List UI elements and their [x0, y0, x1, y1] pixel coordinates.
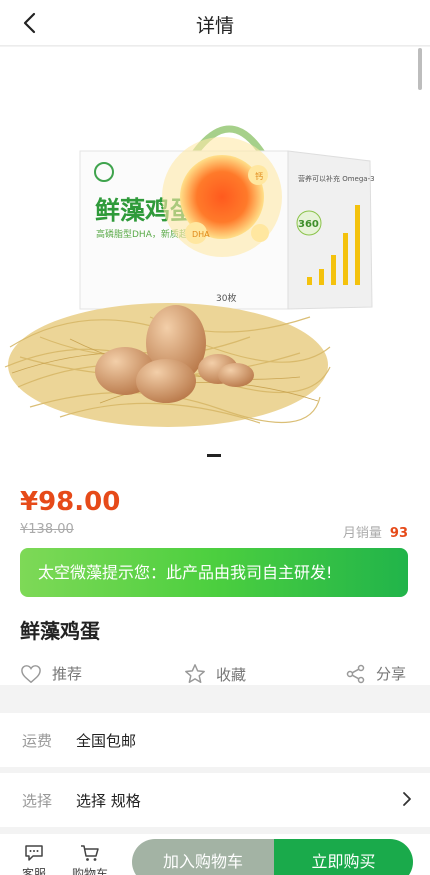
cart-icon — [81, 845, 99, 861]
spec-value: 选择 规格 — [76, 792, 141, 810]
chat-icon — [25, 845, 43, 861]
product-photo: 鲜藻鸡蛋 高磷脂型DHA，新质超黄金 DHA 钙 营养可以补充 Omega-3 … — [4, 125, 375, 427]
box-weight-text: 30枚 — [216, 292, 236, 304]
cart-button[interactable]: 购物车 — [72, 844, 108, 875]
carousel-indicator — [207, 454, 221, 457]
scrollbar[interactable] — [418, 48, 422, 90]
shipping-value: 全国包邮 — [76, 732, 137, 750]
monthly-sales: 月销量 93 — [343, 522, 408, 541]
buy-now-button[interactable]: 立即购买 — [274, 839, 413, 875]
box-calcium-text: 钙 — [255, 171, 263, 181]
recommend-button[interactable]: 推荐 — [20, 663, 82, 684]
notice-banner: 太空微藻提示您：此产品由我司自主研发! — [20, 548, 408, 597]
sales-count: 93 — [389, 526, 408, 541]
bottom-bar: 客服 购物车 加入购物车 立即购买 — [0, 834, 430, 875]
add-to-cart-button[interactable]: 加入购物车 — [132, 839, 274, 875]
spec-row[interactable]: 选择 选择 规格 — [0, 773, 430, 827]
cart-label: 购物车 — [72, 867, 109, 875]
box-dha-text: DHA — [192, 230, 210, 239]
share-button[interactable]: 分享 — [346, 663, 406, 684]
product-image[interactable]: 鲜藻鸡蛋 高磷脂型DHA，新质超黄金 DHA 钙 营养可以补充 Omega-3 … — [0, 47, 430, 465]
shipping-label: 运费 — [22, 732, 53, 750]
customer-service-button[interactable]: 客服 — [22, 844, 46, 875]
product-name: 鲜藻鸡蛋 — [20, 619, 100, 643]
recommend-label: 推荐 — [52, 665, 83, 683]
chevron-right-icon — [403, 792, 411, 806]
service-label: 客服 — [22, 867, 47, 875]
favorite-label: 收藏 — [216, 665, 247, 684]
page-title: 详情 — [195, 15, 234, 37]
shipping-row: 运费 全国包邮 — [0, 713, 430, 767]
action-bar: 推荐 收藏 分享 — [0, 663, 430, 691]
favorite-button[interactable]: 收藏 — [184, 663, 246, 685]
box-number-text: 360 — [298, 219, 319, 230]
original-price: ¥138.00 — [20, 522, 74, 537]
price: ¥98.00 — [20, 487, 121, 517]
nav-bar: 详情 — [0, 0, 430, 46]
star-icon — [185, 664, 205, 683]
share-label: 分享 — [376, 665, 407, 683]
share-icon — [346, 664, 365, 683]
sales-label: 月销量 — [342, 526, 382, 541]
spec-label: 选择 — [22, 792, 53, 810]
box-omega-text: 营养可以补充 Omega-3 — [298, 174, 375, 183]
product-info: ¥98.00 ¥138.00 月销量 93 太空微藻提示您：此产品由我司自主研发!… — [0, 465, 430, 685]
heart-icon — [21, 664, 41, 683]
